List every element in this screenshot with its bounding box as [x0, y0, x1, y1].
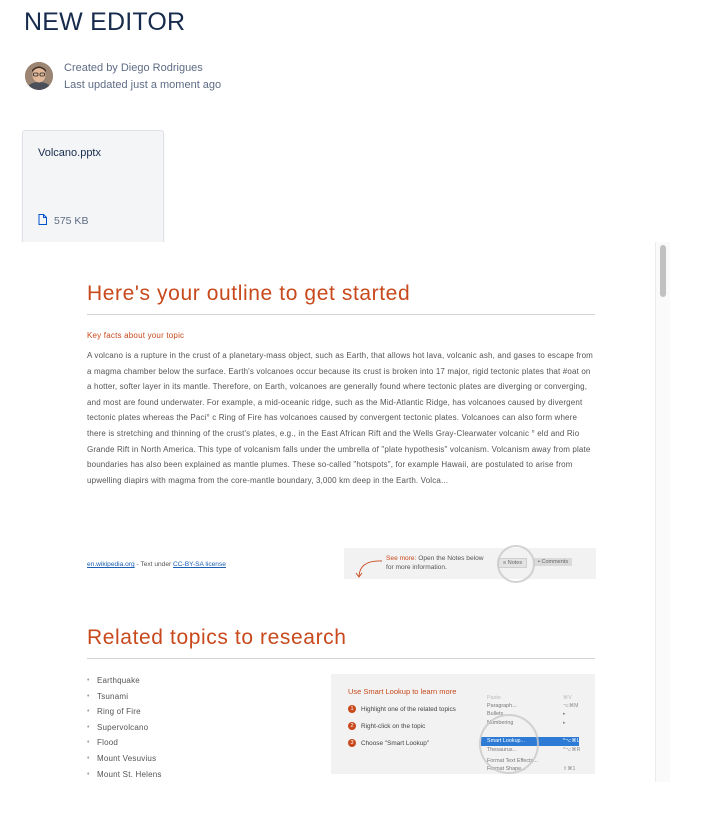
preview-scrollbar[interactable] — [655, 242, 670, 782]
smart-lookup-callout: Use Smart Lookup to learn more 1 Highligh… — [331, 674, 595, 774]
step-text: Highlight one of the related topics — [361, 705, 456, 713]
step-number: 3 — [348, 739, 356, 747]
list-item: Ring of Fire — [87, 704, 162, 720]
related-heading: Related topics to research — [87, 626, 347, 649]
step-text: Choose "Smart Lookup" — [361, 739, 430, 747]
list-item: Mount St. Helens — [87, 767, 162, 782]
menu-item: Paste — [487, 695, 501, 701]
comments-label: Comments — [541, 559, 569, 565]
menu-shortcut: ▸ — [563, 720, 566, 726]
scrollbar-thumb[interactable] — [660, 245, 666, 297]
created-by: Created by Diego Rodrigues — [64, 62, 203, 74]
menu-item: Paragraph... — [487, 703, 517, 709]
step-number: 2 — [348, 722, 356, 730]
attachment-card[interactable]: Volcano.pptx 575 KB — [22, 130, 164, 244]
step-2: 2 Right-click on the topic — [348, 722, 425, 730]
see-more-callout: See more: Open the Notes below for more … — [344, 545, 596, 583]
file-icon — [38, 214, 47, 228]
highlight-ring — [479, 714, 539, 774]
menu-shortcut: ▸ — [563, 711, 566, 717]
byline: Created by Diego Rodrigues Last updated … — [64, 60, 221, 94]
menu-shortcut: ⌥⌘M — [563, 703, 579, 709]
source-mid-text: - Text under — [134, 561, 174, 568]
slide-body-text: A volcano is a rupture in the crust of a… — [87, 351, 593, 485]
attachment-file-size: 575 KB — [54, 215, 89, 227]
list-item: Flood — [87, 735, 162, 751]
smart-lookup-title: Use Smart Lookup to learn more — [348, 687, 457, 696]
step-number: 1 — [348, 705, 356, 713]
avatar[interactable] — [25, 62, 53, 90]
menu-shortcut: ^⌥⌘R — [563, 747, 581, 753]
highlight-ring — [497, 545, 535, 583]
divider — [87, 314, 595, 315]
comments-button: ▪ Comments — [534, 558, 573, 566]
list-item: Supervolcano — [87, 720, 162, 736]
attachment-meta: 575 KB — [38, 214, 88, 228]
menu-shortcut: ⇧⌘1 — [563, 766, 576, 772]
avatar-image — [25, 62, 53, 90]
attachment-file-name: Volcano.pptx — [38, 147, 101, 159]
last-updated: Last updated just a moment ago — [64, 79, 222, 91]
see-more-text: See more: Open the Notes below for more … — [386, 554, 486, 572]
list-item: Mount Vesuvius — [87, 751, 162, 767]
list-item: Earthquake — [87, 673, 162, 689]
menu-shortcut: ^⌥⌘L — [563, 738, 580, 744]
step-1: 1 Highlight one of the related topics — [348, 705, 456, 713]
slide-subheading: Key facts about your topic — [87, 331, 185, 340]
menu-shortcut: ⌘V — [563, 695, 572, 701]
page-title: NEW EDITOR — [24, 8, 186, 36]
step-text: Right-click on the topic — [361, 722, 426, 730]
step-3: 3 Choose "Smart Lookup" — [348, 739, 429, 747]
slide-heading: Here's your outline to get started — [87, 282, 411, 305]
source-link[interactable]: en.wikipedia.org — [87, 561, 135, 568]
license-link[interactable]: CC-BY-SA license — [173, 561, 226, 568]
curved-arrow-icon — [355, 560, 383, 578]
see-more-label: See more: — [386, 555, 417, 562]
topic-list: Earthquake Tsunami Ring of Fire Supervol… — [87, 673, 162, 782]
list-item: Tsunami — [87, 689, 162, 705]
source-line: en.wikipedia.org - Text under CC-BY-SA l… — [87, 561, 226, 568]
slide-preview[interactable]: Here's your outline to get started Key f… — [22, 242, 670, 782]
divider — [87, 658, 595, 659]
